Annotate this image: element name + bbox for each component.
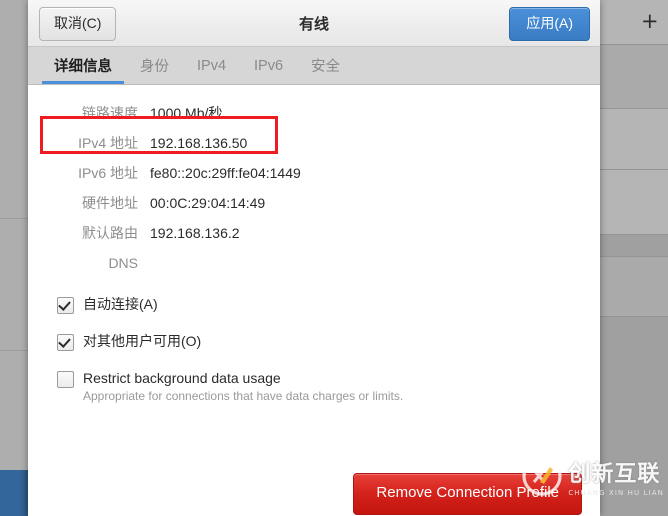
add-icon[interactable]: + — [641, 11, 659, 32]
tab-ipv6[interactable]: IPv6 — [240, 47, 297, 84]
detail-label: 链路速度 — [82, 105, 138, 121]
checkbox-label: Restrict background data usage — [83, 370, 281, 386]
checkbox-label: 对其他用户可用(O) — [83, 333, 202, 349]
tab-security[interactable]: 安全 — [297, 47, 354, 84]
detail-row-hardware-address: 硬件地址 00:0C:29:04:14:49 — [28, 188, 600, 218]
detail-row-link-speed: 链路速度 1000 Mb/秒 — [28, 98, 600, 128]
checkbox-row-available-to-other-users[interactable]: 对其他用户可用(O) — [57, 332, 403, 351]
background-row-proxy — [600, 257, 668, 317]
checkbox-row-autoconnect[interactable]: 自动连接(A) — [57, 295, 403, 314]
checkbox-label: 自动连接(A) — [83, 296, 158, 312]
detail-row-default-route: 默认路由 192.168.136.2 — [28, 218, 600, 248]
background-row-empty — [600, 170, 668, 235]
detail-label: 硬件地址 — [82, 195, 138, 211]
detail-value: 00:0C:29:04:14:49 — [150, 195, 266, 211]
background-sidebar-divider — [0, 218, 28, 219]
checkbox-autoconnect[interactable] — [57, 297, 74, 314]
tab-details[interactable]: 详细信息 — [40, 47, 126, 84]
tab-ipv4[interactable]: IPv4 — [183, 47, 240, 84]
detail-list: 链路速度 1000 Mb/秒 IPv4 地址 192.168.136.50 IP… — [28, 98, 600, 278]
background-row-spacer — [600, 235, 668, 257]
checkbox-description: Appropriate for connections that have da… — [83, 389, 404, 403]
checkbox-group: 自动连接(A) 对其他用户可用(O) Restrict background d… — [57, 295, 403, 422]
detail-value: 192.168.136.2 — [150, 225, 240, 241]
checkbox-available-to-other-users[interactable] — [57, 334, 74, 351]
detail-value: 1000 Mb/秒 — [150, 105, 223, 121]
detail-label: IPv6 地址 — [78, 165, 138, 181]
wired-connection-dialog: 取消(C) 有线 应用(A) 详细信息 身份 IPv4 IPv6 安全 链路速度… — [28, 0, 600, 516]
detail-row-dns: DNS — [28, 248, 600, 278]
detail-label: 默认路由 — [82, 225, 138, 241]
checkbox-restrict-background-data[interactable] — [57, 371, 74, 388]
detail-value: fe80::20c:29ff:fe04:1449 — [150, 165, 301, 181]
dialog-headerbar: 取消(C) 有线 应用(A) — [28, 0, 600, 47]
dialog-body: 链路速度 1000 Mb/秒 IPv4 地址 192.168.136.50 IP… — [28, 85, 600, 515]
screen: + + 取消(C) 有线 应用(A) 详细信息 — [0, 0, 668, 516]
detail-label: IPv4 地址 — [78, 135, 138, 151]
detail-row-ipv6-address: IPv6 地址 fe80::20c:29ff:fe04:1449 — [28, 158, 600, 188]
background-row-wired-settings — [600, 45, 668, 109]
detail-label: DNS — [108, 255, 138, 271]
checkbox-row-restrict-background-data[interactable]: Restrict background data usage Appropria… — [57, 369, 403, 404]
tab-bar: 详细信息 身份 IPv4 IPv6 安全 — [28, 47, 600, 85]
detail-value: 192.168.136.50 — [150, 135, 248, 151]
remove-connection-profile-button[interactable]: Remove Connection Profile — [353, 473, 582, 515]
detail-row-ipv4-address: IPv4 地址 192.168.136.50 — [28, 128, 600, 158]
background-row-bottom — [600, 317, 668, 516]
tab-identity[interactable]: 身份 — [126, 47, 183, 84]
background-sidebar-divider — [0, 350, 28, 351]
apply-button[interactable]: 应用(A) — [509, 7, 590, 41]
background-sidebar-selected-item[interactable] — [0, 470, 28, 516]
background-row-wired: + — [600, 0, 668, 45]
background-row-vpn: + — [600, 109, 668, 262]
background-sidebar — [0, 0, 28, 516]
